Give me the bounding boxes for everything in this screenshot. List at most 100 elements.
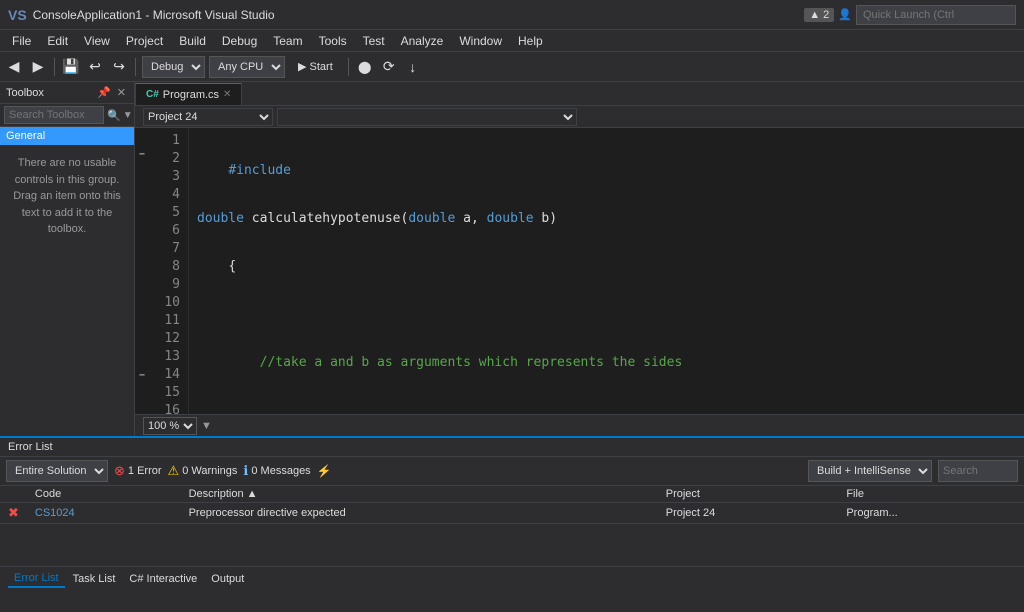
- menu-file[interactable]: File: [4, 32, 39, 50]
- menu-edit[interactable]: Edit: [39, 32, 76, 50]
- col-icon: [0, 486, 27, 503]
- fold-icon-5: [135, 193, 149, 207]
- toolbar-forward-btn[interactable]: ▶: [28, 57, 48, 77]
- filter-icon-btn[interactable]: ⚡: [317, 464, 332, 478]
- line-num-13: 13: [153, 348, 180, 366]
- line-num-14: 14: [153, 366, 180, 384]
- toolbox-general-group[interactable]: General: [0, 127, 134, 145]
- col-code[interactable]: Code: [27, 486, 181, 503]
- toolbar-stepinto-btn[interactable]: ↓: [403, 57, 423, 77]
- error-count-label: 1 Error: [128, 465, 162, 477]
- toolbox-empty-message: There are no usable controls in this gro…: [0, 145, 134, 248]
- toolbar: ◀ ▶ 💾 ↩ ↪ Debug Any CPU ▶ Start ⬤ ⟳ ↓: [0, 52, 1024, 82]
- error-toolbar: Entire Solution ⊗ 1 Error ⚠ 0 Warnings ℹ…: [0, 457, 1024, 486]
- menu-debug[interactable]: Debug: [214, 32, 265, 50]
- toolbox-search-input[interactable]: [4, 106, 104, 124]
- line-num-10: 10: [153, 294, 180, 312]
- menu-view[interactable]: View: [76, 32, 118, 50]
- search-icon: 🔍: [107, 109, 121, 122]
- config-dropdown[interactable]: Debug: [142, 56, 205, 78]
- toolbar-sep1: [54, 58, 55, 76]
- error-row-file: Program...: [838, 503, 1024, 524]
- code-content[interactable]: #include double calculatehypotenuse(doub…: [189, 128, 1024, 414]
- menu-test[interactable]: Test: [355, 32, 393, 50]
- code-editor[interactable]: − − 1 2: [135, 128, 1024, 414]
- error-list-title: Error List: [8, 441, 53, 453]
- col-description[interactable]: Description ▲: [181, 486, 658, 503]
- toolbox-pin-btn[interactable]: 📌: [95, 86, 113, 99]
- fold-icon-11: [135, 280, 149, 294]
- btab-tasklist[interactable]: Task List: [67, 571, 122, 587]
- menu-project[interactable]: Project: [118, 32, 171, 50]
- line-num-9: 9: [153, 276, 180, 294]
- code-line-5: //take a and b as arguments which repres…: [197, 354, 1016, 372]
- tab-label: Program.cs: [163, 89, 219, 101]
- menu-tools[interactable]: Tools: [311, 32, 355, 50]
- editor-tab-programcs[interactable]: C# Program.cs ✕: [135, 83, 242, 105]
- toolbar-back-btn[interactable]: ◀: [4, 57, 24, 77]
- breadcrumb-left-select[interactable]: Project 24: [143, 108, 273, 126]
- tab-close-btn[interactable]: ✕: [223, 89, 231, 100]
- line-num-15: 15: [153, 384, 180, 402]
- fold-icon-13: [135, 309, 149, 323]
- toolbox-dropdown-icon[interactable]: ▼: [123, 110, 133, 121]
- line-numbers: 1 2 3 4 5 6 7 8 9 10 11 12 13 14 15 16 1…: [149, 128, 189, 414]
- menu-analyze[interactable]: Analyze: [393, 32, 452, 50]
- col-file[interactable]: File: [838, 486, 1024, 503]
- fold-icon-16: [135, 353, 149, 367]
- menu-window[interactable]: Window: [451, 32, 510, 50]
- fold-icon-18: [135, 385, 149, 399]
- toolbox-panel: Toolbox 📌 ✕ 🔍 ▼ General There are no usa…: [0, 82, 135, 436]
- warning-count-badge[interactable]: ⚠ 0 Warnings: [168, 463, 238, 479]
- info-circle-icon: ℹ: [243, 463, 248, 479]
- error-search-input[interactable]: [938, 460, 1018, 482]
- toolbar-breakpoint-btn[interactable]: ⬤: [355, 57, 375, 77]
- quick-launch-input[interactable]: [856, 5, 1016, 25]
- fold-icon-15: [135, 338, 149, 352]
- zoom-select[interactable]: 100 %: [143, 417, 197, 435]
- menu-team[interactable]: Team: [265, 32, 310, 50]
- line-num-11: 11: [153, 312, 180, 330]
- toolbar-redo-btn[interactable]: ↪: [109, 57, 129, 77]
- toolbox-close-btn[interactable]: ✕: [115, 86, 128, 99]
- isense-dropdown[interactable]: Build + IntelliSense: [808, 460, 932, 482]
- main-layout: Toolbox 📌 ✕ 🔍 ▼ General There are no usa…: [0, 82, 1024, 436]
- fold-icon-2[interactable]: −: [135, 146, 149, 164]
- fold-icon-14: [135, 324, 149, 338]
- btab-output[interactable]: Output: [205, 571, 250, 587]
- start-button[interactable]: ▶ Start: [289, 57, 342, 76]
- breadcrumb-right-select[interactable]: [277, 108, 577, 126]
- user-icon: 👤: [838, 8, 852, 21]
- breadcrumb: Project 24: [135, 106, 1024, 128]
- code-line-1: #include: [197, 162, 1016, 180]
- app-title: ConsoleApplication1 - Microsoft Visual S…: [33, 8, 275, 22]
- toolbox-header-buttons: 📌 ✕: [95, 86, 128, 99]
- error-row-0[interactable]: ✖ CS1024 Preprocessor directive expected…: [0, 503, 1024, 524]
- bottom-tabs: Error List Task List C# Interactive Outp…: [0, 566, 1024, 590]
- btab-csinteractive[interactable]: C# Interactive: [123, 571, 203, 587]
- menu-build[interactable]: Build: [171, 32, 214, 50]
- toolbar-undo-btn[interactable]: ↩: [85, 57, 105, 77]
- fold-icon-4: [135, 179, 149, 193]
- code-line-4: [197, 306, 1016, 324]
- line-num-12: 12: [153, 330, 180, 348]
- fold-icon-1[interactable]: [135, 132, 149, 146]
- error-filter-dropdown[interactable]: Entire Solution: [6, 460, 108, 482]
- line-num-16: 16: [153, 402, 180, 414]
- error-row-code[interactable]: CS1024: [27, 503, 181, 524]
- toolbar-sep3: [348, 58, 349, 76]
- error-count-badge[interactable]: ⊗ 1 Error: [114, 463, 162, 479]
- toolbar-save-btn[interactable]: 💾: [61, 57, 81, 77]
- toolbox-header: Toolbox 📌 ✕: [0, 82, 134, 104]
- platform-dropdown[interactable]: Any CPU: [209, 56, 285, 78]
- line-num-7: 7: [153, 240, 180, 258]
- col-project[interactable]: Project: [658, 486, 839, 503]
- btab-errorlist[interactable]: Error List: [8, 570, 65, 588]
- error-table-header: Code Description ▲ Project File: [0, 486, 1024, 503]
- toolbar-stepover-btn[interactable]: ⟳: [379, 57, 399, 77]
- toolbar-sep2: [135, 58, 136, 76]
- fold-icon-17[interactable]: −: [135, 367, 149, 385]
- message-count-badge[interactable]: ℹ 0 Messages: [243, 463, 310, 479]
- error-row-description: Preprocessor directive expected: [181, 503, 658, 524]
- menu-help[interactable]: Help: [510, 32, 551, 50]
